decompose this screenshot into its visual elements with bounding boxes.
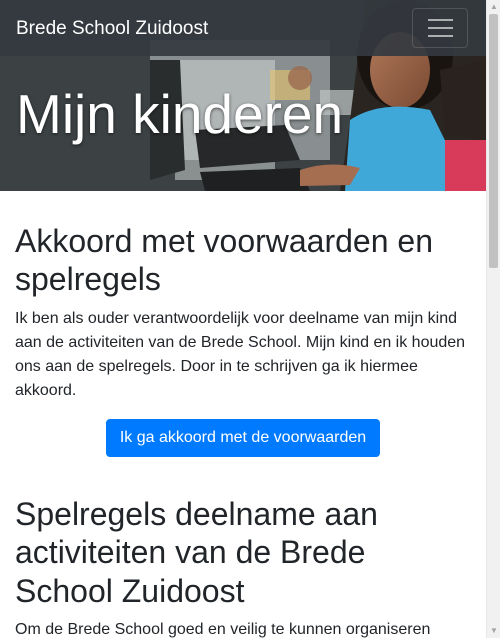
terms-heading: Akkoord met voorwaarden en spelregels <box>15 223 433 298</box>
accept-terms-button[interactable]: Ik ga akkoord met de voorwaarden <box>105 418 381 457</box>
scroll-up-arrow-icon[interactable]: ▲ <box>489 2 499 12</box>
navbar-brand[interactable]: Brede School Zuidoost <box>16 19 208 38</box>
navbar: Brede School Zuidoost <box>0 0 486 56</box>
main-content: Akkoord met voorwaarden en spelregels Ik… <box>15 222 471 638</box>
terms-text: Ik ben als ouder verantwoordelijk voor d… <box>15 309 466 399</box>
rules-text: Om de Brede School goed en veilig te kun… <box>15 620 431 638</box>
hamburger-icon <box>427 19 453 21</box>
navbar-toggle-button[interactable] <box>412 8 468 48</box>
rules-heading: Spelregels deelname aan activiteiten van… <box>15 495 378 609</box>
page-title: Mijn kinderen <box>16 83 344 145</box>
button-container: Ik ga akkoord met de voorwaarden <box>15 418 471 457</box>
scroll-down-arrow-icon[interactable]: ▼ <box>489 626 499 636</box>
scrollbar-thumb[interactable] <box>489 14 498 268</box>
vertical-scrollbar[interactable]: ▲ ▼ <box>486 0 500 638</box>
